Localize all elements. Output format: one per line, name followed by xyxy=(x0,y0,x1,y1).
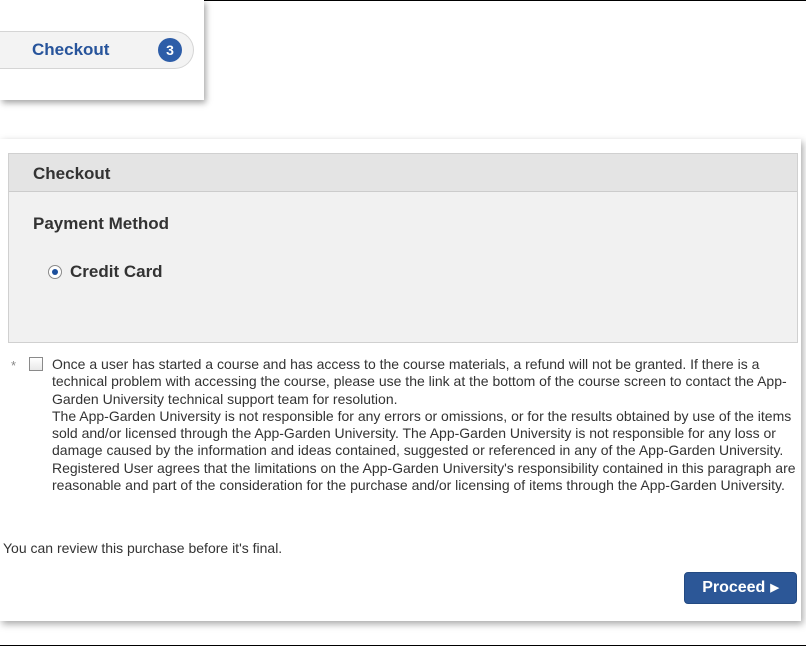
terms-paragraph-refund: Once a user has started a course and has… xyxy=(52,356,787,407)
checkout-tab-snippet: Checkout 3 xyxy=(0,0,204,100)
terms-checkbox[interactable] xyxy=(29,357,43,371)
snippet-divider xyxy=(204,0,806,1)
terms-text: Once a user has started a course and has… xyxy=(52,356,797,494)
proceed-button[interactable]: Proceed ▶ xyxy=(684,572,797,604)
credit-card-radio[interactable] xyxy=(48,265,62,279)
checkout-panel-header: Checkout xyxy=(9,154,797,192)
payment-method-heading: Payment Method xyxy=(33,214,170,233)
credit-card-label[interactable]: Credit Card xyxy=(70,262,163,282)
review-note: You can review this purchase before it's… xyxy=(3,540,283,556)
required-marker: * xyxy=(11,358,17,373)
caret-right-icon: ▶ xyxy=(770,582,779,594)
step-count-badge: 3 xyxy=(158,38,182,62)
checkout-panel: Checkout Payment Method Credit Card xyxy=(8,153,798,343)
checkout-step-label: Checkout xyxy=(32,40,110,59)
proceed-label: Proceed xyxy=(702,579,766,596)
terms-paragraph-liability: The App-Garden University is not respons… xyxy=(52,407,796,494)
checkout-card: Checkout Payment Method Credit Card * On… xyxy=(0,139,801,621)
panel-title: Checkout xyxy=(33,164,111,183)
checkout-screenshot: Checkout 3 Checkout Payment Method Credi… xyxy=(0,0,806,646)
radio-selected-dot xyxy=(52,269,58,275)
